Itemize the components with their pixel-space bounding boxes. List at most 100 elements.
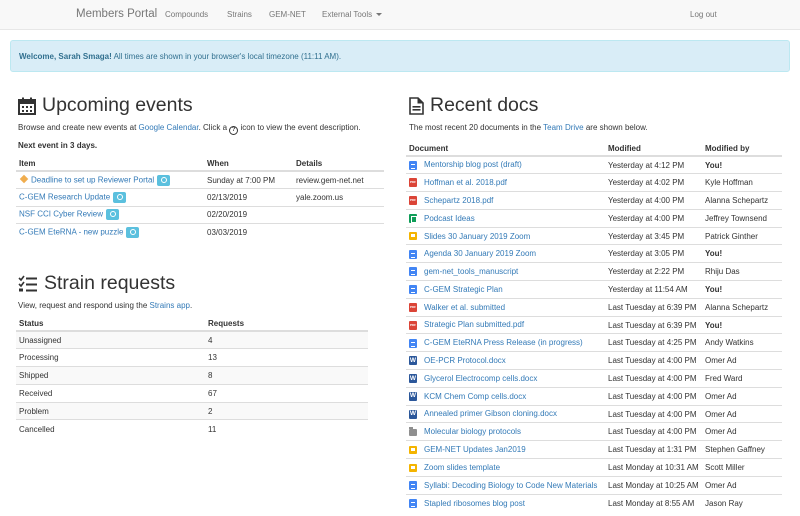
doc-modified: Last Monday at 10:25 AM	[605, 475, 702, 495]
doc-link[interactable]: Schepartz 2018.pdf	[424, 196, 493, 205]
strains-app-link[interactable]: Strains app	[150, 301, 190, 310]
doc-link[interactable]: Strategic Plan submitted.pdf	[424, 320, 524, 329]
strain-status: Shipped	[16, 366, 205, 385]
doc-modified-by: Patrick Ginther	[702, 226, 782, 245]
table-row: Agenda 30 January 2019 Zoom Yesterday at …	[406, 244, 782, 263]
strain-status: Received	[16, 383, 205, 403]
doc-link[interactable]: Stapled ribosomes blog post	[424, 499, 525, 508]
table-row: Stapled ribosomes blog post Last Monday a…	[406, 493, 782, 512]
event-details	[293, 223, 384, 241]
doc-link[interactable]: Molecular biology protocols	[424, 427, 521, 436]
col-document: Document	[406, 141, 605, 157]
doc-link[interactable]: gem-net_tools_manuscript	[424, 267, 518, 276]
google-calendar-link[interactable]: Google Calendar	[139, 123, 199, 132]
doc-link[interactable]: Zoom slides template	[424, 463, 500, 472]
event-link[interactable]: NSF CCI Cyber Review	[19, 210, 103, 219]
doc-modified-by: Andy Watkins	[702, 333, 782, 352]
doc-name-cell: Agenda 30 January 2019 Zoom	[406, 244, 605, 263]
events-table: Item When Details Deadline to set up Rev…	[16, 156, 384, 241]
doc-link[interactable]: C-GEM EteRNA Press Release (in progress)	[424, 338, 583, 347]
docs-header-row: Document Modified Modified by	[406, 141, 782, 157]
table-row: C-GEM EteRNA - new puzzle 03/03/2019	[16, 223, 384, 241]
col-item: Item	[16, 156, 204, 172]
doc-link[interactable]: Slides 30 January 2019 Zoom	[424, 232, 530, 241]
spreadsheet-icon	[409, 213, 417, 223]
nav-gem-net[interactable]: GEM-NET	[269, 10, 306, 19]
strain-count: 67	[205, 383, 368, 403]
doc-modified-by: Jeffrey Townsend	[702, 208, 782, 228]
event-link[interactable]: C-GEM EteRNA - new puzzle	[19, 228, 123, 237]
doc-name-cell: Molecular biology protocols	[406, 422, 605, 441]
table-row: Problem 2	[16, 401, 368, 420]
nav-compounds[interactable]: Compounds	[165, 10, 208, 19]
doc-link[interactable]: Mentorship blog post (draft)	[424, 160, 522, 169]
pdf-icon	[409, 302, 417, 312]
doc-name-cell: Stapled ribosomes blog post	[406, 493, 605, 512]
team-drive-link[interactable]: Team Drive	[543, 123, 583, 132]
doc-link[interactable]: Walker et al. submitted	[424, 303, 505, 312]
event-when: 03/03/2019	[204, 223, 293, 241]
external-tools-label: External Tools	[322, 10, 373, 19]
nav-external-tools-dropdown[interactable]: External Tools	[322, 10, 383, 19]
brand-link[interactable]: Members Portal	[76, 8, 157, 20]
info-button[interactable]	[126, 227, 140, 238]
info-button[interactable]	[113, 191, 127, 203]
timezone-message: All times are shown in your browser's lo…	[111, 52, 342, 61]
docs-table: Document Modified Modified by Mentorship…	[406, 141, 782, 512]
table-row: NSF CCI Cyber Review 02/20/2019	[16, 205, 384, 224]
doc-link[interactable]: Podcast Ideas	[424, 214, 475, 223]
doc-link[interactable]: Hoffman et al. 2018.pdf	[424, 178, 507, 187]
google-doc-icon	[409, 160, 417, 170]
strains-intro-after: .	[189, 301, 193, 310]
slides-icon	[409, 232, 417, 241]
doc-modified-by: Jason Ray	[702, 493, 782, 512]
slides-icon	[409, 446, 417, 455]
doc-link[interactable]: Syllabi: Decoding Biology to Code New Ma…	[424, 481, 597, 490]
doc-link[interactable]: OE-PCR Protocol.docx	[424, 356, 506, 365]
doc-link[interactable]: Agenda 30 January 2019 Zoom	[424, 249, 536, 258]
event-link[interactable]: C-GEM Research Update	[19, 192, 110, 201]
event-when: 02/20/2019	[204, 205, 293, 224]
events-title: Upcoming events	[42, 94, 193, 116]
docs-title: Recent docs	[430, 94, 539, 116]
doc-link[interactable]: Annealed primer Gibson cloning.docx	[424, 409, 557, 418]
event-item-cell: C-GEM EteRNA - new puzzle	[16, 223, 204, 241]
doc-name-cell: OE-PCR Protocol.docx	[406, 351, 605, 370]
doc-modified: Last Monday at 10:31 AM	[605, 458, 702, 477]
calendar-icon	[18, 97, 36, 115]
question-circle-icon: ?	[229, 126, 239, 135]
doc-name-cell: Podcast Ideas	[406, 208, 605, 228]
doc-modified: Yesterday at 3:05 PM	[605, 244, 702, 263]
table-row: Walker et al. submitted Last Tuesday at 6…	[406, 297, 782, 317]
table-row: Unassigned 4	[16, 330, 368, 349]
event-details	[293, 205, 384, 224]
table-row: Slides 30 January 2019 Zoom Yesterday at …	[406, 226, 782, 245]
event-item-cell: C-GEM Research Update	[16, 188, 204, 206]
doc-name-cell: Slides 30 January 2019 Zoom	[406, 226, 605, 245]
table-row: Schepartz 2018.pdf Yesterday at 4:00 PMAl…	[406, 191, 782, 210]
doc-modified: Yesterday at 4:00 PM	[605, 208, 702, 228]
nav-strains[interactable]: Strains	[227, 10, 252, 19]
docs-heading: Recent docs	[409, 94, 538, 117]
info-button[interactable]	[106, 209, 120, 221]
google-doc-icon	[409, 285, 417, 295]
logout-link[interactable]: Log out	[690, 10, 717, 19]
event-link[interactable]: Deadline to set up Reviewer Portal	[31, 175, 154, 184]
doc-modified-by: Rhiju Das	[702, 262, 782, 281]
doc-link[interactable]: GEM-NET Updates Jan2019	[424, 445, 526, 454]
doc-modified-by: You!	[702, 280, 782, 299]
doc-modified: Last Tuesday at 4:00 PM	[605, 369, 702, 388]
table-row: Zoom slides template Last Monday at 10:31…	[406, 458, 782, 477]
doc-name-cell: GEM-NET Updates Jan2019	[406, 440, 605, 459]
table-row: Annealed primer Gibson cloning.docx Last …	[406, 404, 782, 423]
doc-modified: Yesterday at 3:45 PM	[605, 226, 702, 245]
word-doc-icon	[409, 391, 417, 401]
table-row: Mentorship blog post (draft) Yesterday at…	[406, 155, 782, 174]
welcome-text: Welcome, Sarah Smaga!	[19, 52, 112, 61]
doc-link[interactable]: C-GEM Strategic Plan	[424, 285, 503, 294]
doc-modified: Last Tuesday at 4:00 PM	[605, 422, 702, 441]
doc-link[interactable]: KCM Chem Comp cells.docx	[424, 392, 526, 401]
doc-name-cell: Schepartz 2018.pdf	[406, 191, 605, 210]
info-button[interactable]	[157, 174, 171, 186]
doc-link[interactable]: Glycerol Electrocomp cells.docx	[424, 374, 537, 383]
